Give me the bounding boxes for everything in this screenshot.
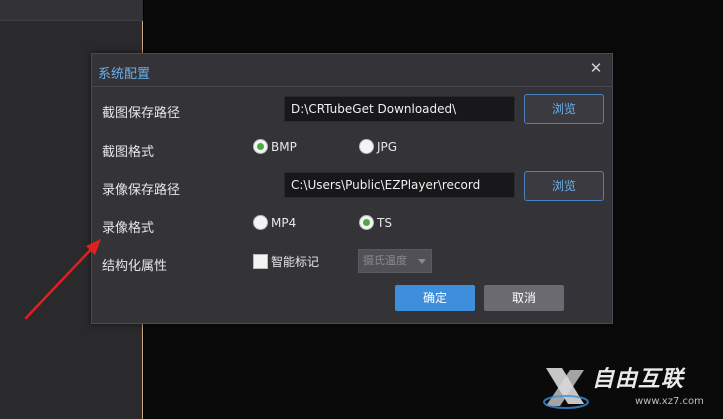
radio-jpg-label: JPG xyxy=(377,139,398,154)
system-config-dialog: 系统配置 ✕ 截图保存路径 浏览 截图格式 BMP JPG 录像保存路径 浏览 … xyxy=(91,53,613,324)
cancel-button[interactable]: 取消 xyxy=(484,285,564,311)
video-path-input[interactable] xyxy=(284,172,515,198)
screenshot-format-label: 截图格式 xyxy=(102,145,155,160)
radio-mp4-label: MP4 xyxy=(271,215,297,230)
screenshot-path-label: 截图保存路径 xyxy=(102,106,181,121)
dialog-title: 系统配置 xyxy=(98,67,151,82)
radio-mp4[interactable]: MP4 xyxy=(253,215,296,230)
video-browse-button[interactable]: 浏览 xyxy=(524,171,604,201)
smart-mark-label: 智能标记 xyxy=(271,255,320,269)
x-logo-icon xyxy=(543,368,589,409)
temperature-unit-select[interactable]: 摄氏温度 xyxy=(358,249,432,273)
radio-bmp[interactable]: BMP xyxy=(253,139,297,154)
chevron-down-icon xyxy=(418,259,426,264)
radio-unchecked-icon xyxy=(253,215,268,230)
screenshot-path-input[interactable] xyxy=(284,96,515,122)
radio-checked-icon xyxy=(359,215,374,230)
close-icon[interactable]: ✕ xyxy=(588,59,604,77)
watermark-url: www.xz7.com xyxy=(635,396,704,407)
radio-jpg[interactable]: JPG xyxy=(359,139,397,154)
watermark-logo: 自由互联 www.xz7.com xyxy=(540,358,723,419)
structured-attr-label: 结构化属性 xyxy=(102,259,168,274)
watermark-text: 自由互联 xyxy=(592,367,685,392)
video-path-label: 录像保存路径 xyxy=(102,183,181,198)
checkbox-unchecked-icon xyxy=(253,254,268,269)
radio-unchecked-icon xyxy=(359,139,374,154)
radio-bmp-label: BMP xyxy=(271,139,297,154)
smart-mark-checkbox[interactable]: 智能标记 xyxy=(253,253,319,270)
video-format-label: 录像格式 xyxy=(102,221,155,236)
radio-ts[interactable]: TS xyxy=(359,215,392,230)
screenshot-browse-button[interactable]: 浏览 xyxy=(524,94,604,124)
ok-button[interactable]: 确定 xyxy=(395,285,475,311)
title-divider xyxy=(92,86,612,87)
temperature-unit-value: 摄氏温度 xyxy=(363,254,407,267)
radio-ts-label: TS xyxy=(377,215,392,230)
radio-checked-icon xyxy=(253,139,268,154)
background-sidebar-header xyxy=(0,0,143,21)
